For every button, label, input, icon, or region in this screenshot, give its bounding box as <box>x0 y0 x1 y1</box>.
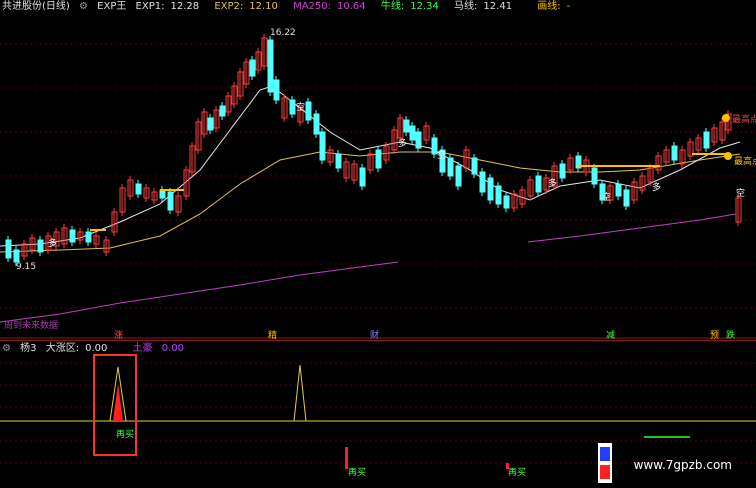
lb-value: 0.00 <box>161 343 184 354</box>
zone-value: 0.00 <box>85 343 108 354</box>
candlestick <box>305 101 312 121</box>
kong-label-4: 空 <box>736 189 746 199</box>
buy-label-1: 再买 <box>116 430 135 440</box>
candlestick <box>273 79 280 101</box>
exp2-label: EXP2: <box>214 1 244 12</box>
future-data-text: 周到未来数据 <box>4 321 59 331</box>
indicator-title[interactable]: 杨3 <box>20 343 36 354</box>
candlestick <box>479 171 486 193</box>
candlestick <box>623 189 630 207</box>
candlestick <box>471 157 478 175</box>
candlestick <box>289 99 296 115</box>
candlestick <box>487 177 494 201</box>
kong-label-2: 空 <box>437 151 447 161</box>
buy-label-3: 再买 <box>508 468 527 478</box>
candlestick <box>335 153 342 169</box>
candlestick <box>403 119 410 133</box>
duo-label-4: 多 <box>652 183 662 193</box>
candlestick <box>447 157 454 177</box>
ma250-line <box>0 261 399 323</box>
exp1-label: EXP1: <box>135 1 165 12</box>
duo-label-2: 多 <box>398 139 408 149</box>
candlestick <box>503 195 510 209</box>
high-price-label: 16.22 <box>270 28 296 38</box>
candlestick <box>559 163 566 179</box>
niu-value: 12.34 <box>410 1 439 12</box>
price-chart-panel[interactable]: 共进股份(日线) ⚙ EXP王 EXP1: 12.28 EXP2: 12.10 MA… <box>0 0 756 341</box>
ma2-label: 马线: <box>454 1 478 12</box>
high-point-icon-2 <box>724 152 732 160</box>
ma2-value: 12.41 <box>483 1 513 12</box>
watermark: www.7gpzb.com <box>633 458 732 472</box>
candlestick <box>455 165 462 187</box>
exp1-value: 12.28 <box>170 1 200 12</box>
high-point-icon <box>722 114 730 122</box>
zone-label: 大涨区: <box>45 343 80 354</box>
indicator-header: ⚙ 杨3 大涨区: 0.00 土豪 0.00 <box>0 342 196 356</box>
lb-label: 土豪 <box>132 343 153 354</box>
high-marker-1: 最高点 <box>732 115 756 125</box>
candlestick <box>159 189 166 199</box>
candlestick <box>591 167 598 185</box>
highlight-box <box>93 354 137 456</box>
candlestick <box>85 231 92 243</box>
candlestick <box>267 39 274 93</box>
candlestick <box>703 131 710 149</box>
price-chart-header: 共进股份(日线) ⚙ EXP王 EXP1: 12.28 EXP2: 12.10 MA… <box>0 0 582 14</box>
ma250-value: 10.64 <box>337 1 366 12</box>
exp2-value: 12.10 <box>249 1 278 12</box>
kong-label-1: 空 <box>296 103 306 113</box>
indicator-settings-icon[interactable]: ⚙ <box>2 343 11 354</box>
candlestick <box>409 125 416 141</box>
candlestick <box>319 131 326 161</box>
candlestick <box>415 131 422 149</box>
low-price-label: 9.15 <box>16 262 37 272</box>
candlestick <box>135 183 142 195</box>
candlestick <box>535 175 542 193</box>
kong-label-3: 空 <box>602 193 612 203</box>
candlestick <box>615 183 622 197</box>
candlestick <box>313 113 320 135</box>
duo-label-3: 多 <box>548 179 558 189</box>
stock-title: 共进股份(日线) <box>2 1 70 12</box>
high-marker-2: 最高点 <box>734 157 756 167</box>
candlestick <box>167 191 174 211</box>
niu-label: 牛线: <box>380 1 405 12</box>
draw-label: 画线: <box>537 1 561 12</box>
settings-circle-icon[interactable]: ⚙ <box>79 1 88 12</box>
candlestick <box>219 105 226 117</box>
logo-block-blue <box>600 447 610 461</box>
candlestick <box>495 185 502 205</box>
candlestick <box>69 229 76 243</box>
candlestick <box>207 117 214 131</box>
duo-label-1: 多 <box>48 239 58 249</box>
logo-block-red <box>600 465 610 479</box>
ma250-label: MA250: <box>293 1 332 12</box>
indicator-name[interactable]: EXP王 <box>97 1 126 12</box>
candlestick <box>671 145 678 161</box>
candlestick <box>375 149 382 169</box>
indicator-panel[interactable]: ⚙ 杨3 大涨区: 0.00 土豪 0.00 再买 再买 再买 www.7gpzb… <box>0 340 756 488</box>
price-chart-svg[interactable] <box>0 0 756 340</box>
buy-label-2: 再买 <box>348 468 367 478</box>
ma250-line-2 <box>527 213 737 243</box>
candlestick <box>359 167 366 187</box>
candlestick <box>13 249 20 263</box>
indicator-spike-2 <box>293 364 307 422</box>
candlestick <box>5 239 12 259</box>
draw-value: - <box>566 1 571 12</box>
candlestick <box>249 59 256 77</box>
candlestick <box>37 239 44 253</box>
